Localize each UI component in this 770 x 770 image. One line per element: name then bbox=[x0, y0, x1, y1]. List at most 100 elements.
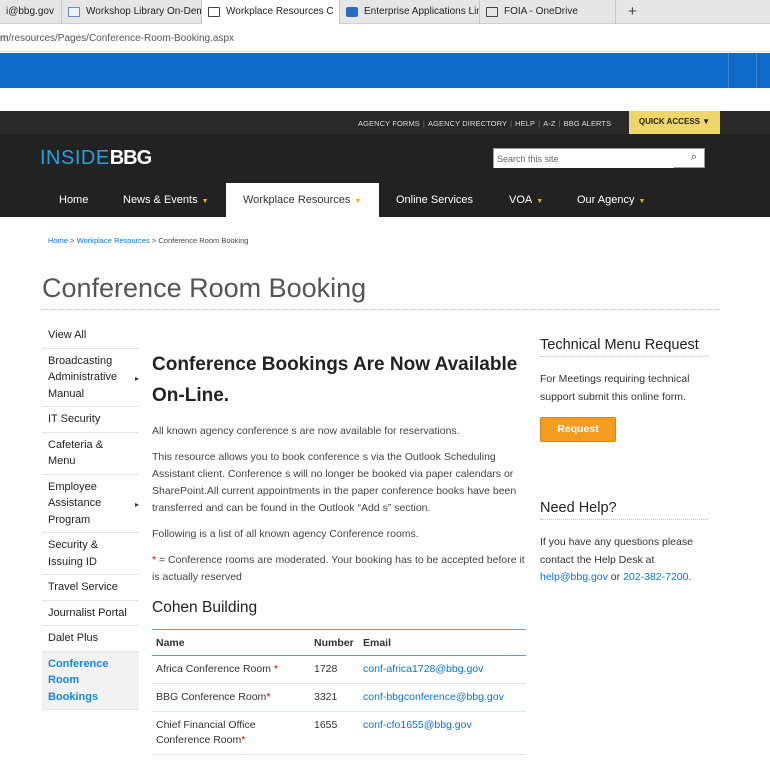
moderated-asterisk: * bbox=[266, 691, 271, 703]
chevron-down-icon: ▼ bbox=[201, 198, 209, 205]
left-nav-journalist-portal[interactable]: Journalist Portal bbox=[42, 601, 139, 626]
mail-icon bbox=[68, 6, 80, 17]
chevron-right-icon: ▸ bbox=[134, 374, 139, 384]
sharepoint-icon bbox=[346, 6, 358, 17]
room-name-cell: Africa Conference Room * bbox=[152, 655, 310, 684]
site-search: ⌕ bbox=[493, 148, 705, 168]
room-email-cell: conf-cfo1655@bbg.gov bbox=[359, 711, 526, 755]
left-nav-label: Travel Service bbox=[48, 581, 118, 593]
address-bar[interactable]: m/resources/Pages/Conference-Room-Bookin… bbox=[0, 24, 770, 52]
room-email-link[interactable]: conf-cfo1655@bbg.gov bbox=[363, 719, 472, 731]
left-nav-broadcasting-administrative-manual[interactable]: Broadcasting Administrative Manual ▸ bbox=[42, 349, 139, 407]
moderation-text: = Conference rooms are moderated. Your b… bbox=[152, 554, 525, 583]
left-nav-conference-room-bookings[interactable]: Conference Room Bookings bbox=[42, 651, 139, 710]
page-title: Conference Room Booking bbox=[42, 273, 367, 303]
a-z-link[interactable]: A-Z bbox=[543, 119, 555, 128]
agency-forms-link[interactable]: AGENCY FORMS bbox=[358, 119, 420, 128]
room-name-cell: Chief Financial Office Conference Room* bbox=[152, 711, 310, 755]
left-nav-label: Security & Issuing ID bbox=[48, 539, 99, 568]
logo-inside: INSIDE bbox=[40, 147, 110, 169]
left-nav-it-security[interactable]: IT Security bbox=[42, 407, 139, 433]
breadcrumb-home[interactable]: Home bbox=[48, 236, 68, 245]
nav-online-services[interactable]: Online Services bbox=[396, 183, 473, 217]
search-icon[interactable]: ⌕ bbox=[691, 151, 697, 164]
help-phone-link[interactable]: 202-382-7200 bbox=[623, 571, 688, 583]
browser-tab[interactable]: FOIA - OneDrive bbox=[480, 0, 616, 24]
browser-tab-active[interactable]: Workplace Resources C × bbox=[202, 0, 340, 24]
browser-tab-label: Enterprise Applications Limi bbox=[364, 6, 480, 17]
nav-workplace-label: Workplace Resources bbox=[243, 194, 351, 206]
left-nav-label: View All bbox=[48, 329, 87, 341]
utility-links: AGENCY FORMS | AGENCY DIRECTORY | HELP | A-Z | B… bbox=[358, 119, 612, 128]
room-email-cell: conf-africa1728@bbg.gov bbox=[359, 655, 526, 684]
nav-voa-label: VOA bbox=[509, 194, 533, 206]
browser-tab[interactable]: Workshop Library On-Demz bbox=[62, 0, 202, 24]
room-email-link[interactable]: conf-bbgconference@bbg.gov bbox=[363, 691, 504, 703]
need-help-text: If you have any questions please contact… bbox=[540, 534, 708, 587]
left-nav-travel-service[interactable]: Travel Service bbox=[42, 575, 139, 601]
moderated-asterisk: * bbox=[270, 663, 278, 675]
help-email-link[interactable]: help@bbg.gov bbox=[540, 571, 608, 583]
main-nav: Home News & Events ▼ Workplace Resources ▼… bbox=[0, 183, 770, 217]
list-intro-paragraph: Following is a list of all known agency … bbox=[152, 528, 419, 540]
utility-bar: AGENCY FORMS | AGENCY DIRECTORY | HELP | A-Z | B… bbox=[0, 111, 770, 134]
nav-home[interactable]: Home bbox=[59, 183, 88, 217]
page-icon bbox=[208, 6, 220, 17]
browser-tab-label: Workplace Resources C bbox=[226, 6, 334, 17]
search-input[interactable] bbox=[494, 150, 674, 168]
nav-our-agency[interactable]: Our Agency ▼ bbox=[577, 183, 645, 217]
browser-tab-label: i@bbg.gov bbox=[6, 6, 54, 17]
breadcrumb-workplace-resources[interactable]: Workplace Resources bbox=[77, 236, 150, 245]
browser-tab[interactable]: Enterprise Applications Limi bbox=[340, 0, 480, 24]
need-help-title: Need Help? bbox=[540, 500, 708, 520]
chevron-down-icon: ▼ bbox=[536, 198, 544, 205]
site-header: INSIDEBBG ⌕ bbox=[0, 134, 770, 183]
site-logo[interactable]: INSIDEBBG bbox=[40, 147, 152, 170]
table-row: Chief Financial Office Conference Room* … bbox=[152, 711, 526, 755]
room-number-cell: 1655 bbox=[310, 711, 359, 755]
nav-news-label: News & Events bbox=[123, 194, 198, 206]
building-heading: Cohen Building bbox=[152, 599, 258, 616]
column-header-number: Number bbox=[310, 629, 359, 656]
left-nav: View All Broadcasting Administrative Man… bbox=[42, 323, 139, 710]
room-number-cell: 3321 bbox=[310, 683, 359, 712]
suite-bar-divider bbox=[728, 53, 729, 88]
room-name: BBG Conference Room bbox=[156, 691, 267, 703]
left-nav-cafeteria-menu[interactable]: Cafeteria & Menu bbox=[42, 433, 139, 475]
chevron-down-icon: ▼ bbox=[354, 198, 362, 205]
nav-news-events[interactable]: News & Events ▼ bbox=[123, 183, 209, 217]
left-nav-view-all[interactable]: View All bbox=[42, 323, 139, 349]
left-nav-dalet-plus[interactable]: Dalet Plus bbox=[42, 626, 139, 652]
breadcrumb: Home > Workplace Resources > Conference … bbox=[48, 236, 248, 245]
table-row: Africa Conference Room * 1728 conf-afric… bbox=[152, 655, 526, 684]
browser-tab-label: FOIA - OneDrive bbox=[504, 6, 578, 17]
browser-tab-strip: i@bbg.gov Workshop Library On-Demz Workp… bbox=[0, 0, 770, 24]
left-nav-label: Broadcasting Administrative Manual bbox=[48, 354, 118, 400]
left-nav-security-issuing-id[interactable]: Security & Issuing ID bbox=[42, 533, 139, 575]
quick-access-button[interactable]: QUICK ACCESS ▼ bbox=[629, 111, 720, 134]
page-icon bbox=[486, 6, 498, 17]
browser-tab-label: Workshop Library On-Demz bbox=[86, 6, 202, 17]
room-email-link[interactable]: conf-africa1728@bbg.gov bbox=[363, 663, 483, 675]
nav-workplace-resources[interactable]: Workplace Resources ▼ bbox=[226, 183, 380, 217]
agency-directory-link[interactable]: AGENCY DIRECTORY bbox=[428, 119, 507, 128]
help-period: . bbox=[688, 571, 692, 583]
browser-tab[interactable]: i@bbg.gov bbox=[0, 0, 62, 24]
room-email-cell: conf-bbgconference@bbg.gov bbox=[359, 683, 526, 712]
help-link[interactable]: HELP bbox=[515, 119, 535, 128]
room-number-cell: 1728 bbox=[310, 655, 359, 684]
suite-bar bbox=[0, 53, 770, 88]
new-tab-button[interactable]: + bbox=[616, 3, 649, 20]
moderated-asterisk: * bbox=[241, 734, 246, 746]
breadcrumb-separator: > bbox=[68, 236, 77, 245]
content-heading: Conference Bookings Are Now Available On… bbox=[152, 354, 518, 406]
bbg-alerts-link[interactable]: BBG ALERTS bbox=[564, 119, 612, 128]
title-divider bbox=[42, 309, 720, 310]
left-nav-employee-assistance-program[interactable]: Employee Assistance Program ▸ bbox=[42, 475, 139, 533]
nav-voa[interactable]: VOA ▼ bbox=[509, 183, 543, 217]
chevron-right-icon: ▸ bbox=[134, 500, 139, 510]
technical-menu-request-text: For Meetings requiring technical support… bbox=[540, 373, 690, 403]
intro-paragraph: All known agency conference s are now av… bbox=[152, 425, 460, 437]
left-nav-label: Cafeteria & Menu bbox=[48, 438, 104, 468]
request-button[interactable]: Request bbox=[540, 417, 616, 442]
